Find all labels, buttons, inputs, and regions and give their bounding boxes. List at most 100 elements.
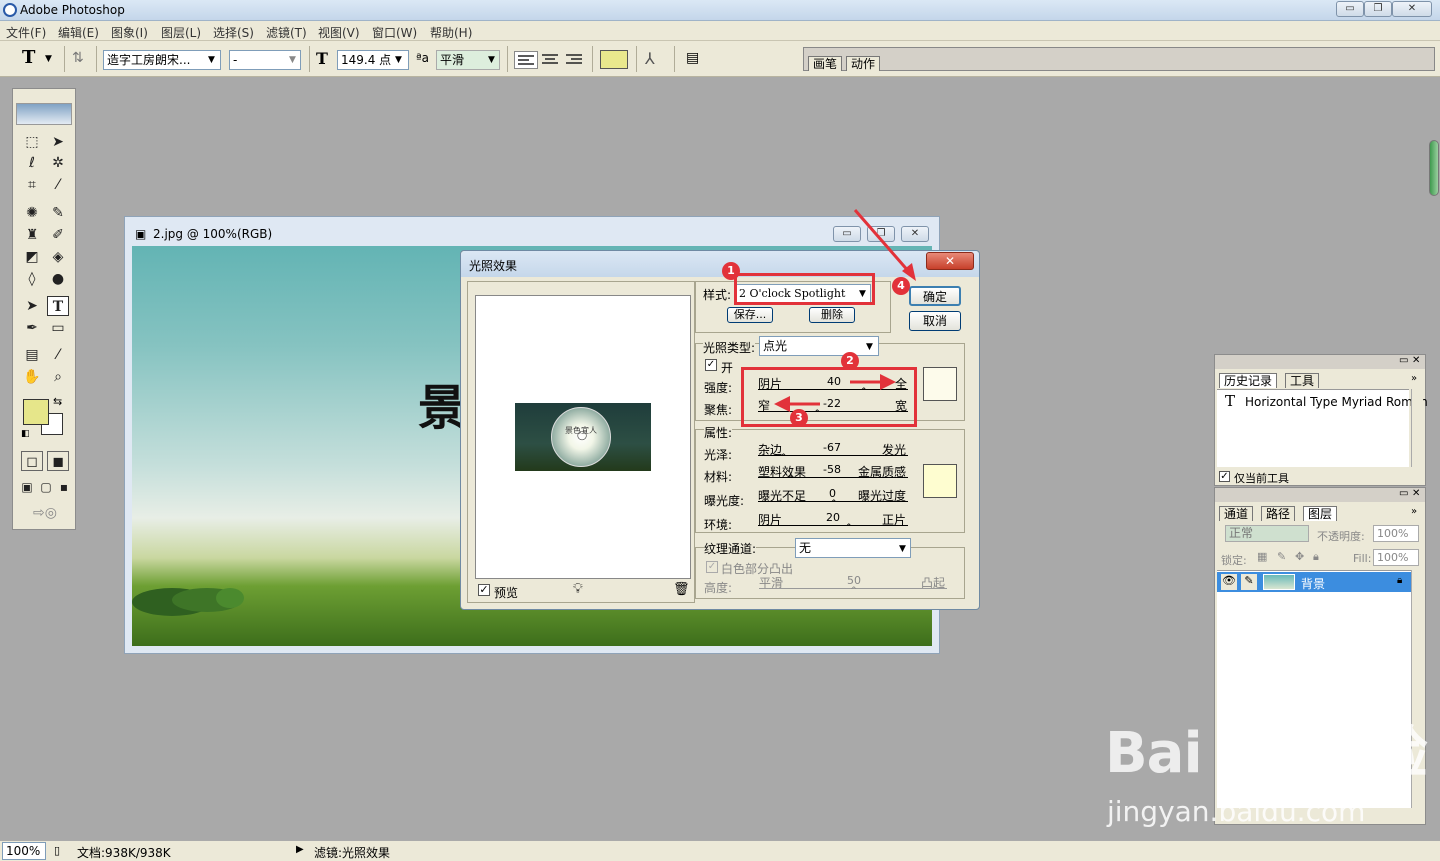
zoom-level-field[interactable]: 100% (2, 842, 46, 860)
warp-text-icon[interactable]: ⅄ (645, 49, 655, 68)
menu-layer[interactable]: 图层(L) (161, 24, 201, 41)
marquee-tool-icon[interactable]: ⬚ (21, 132, 43, 152)
panel-minimize-icon[interactable]: ▭ (1399, 488, 1408, 499)
delete-light-trash-icon[interactable]: 🗑︎ (673, 582, 690, 597)
history-brush-tool-icon[interactable]: ✐ (47, 225, 69, 245)
status-menu-arrow-icon[interactable]: ▶ (296, 844, 304, 855)
foreground-color-swatch[interactable] (23, 399, 49, 425)
lasso-tool-icon[interactable]: ℓ (21, 153, 43, 173)
layer-visibility-eye-icon[interactable]: 👁︎ (1221, 574, 1237, 590)
screen-mode-full-icon[interactable]: ▪ (55, 477, 73, 497)
minimize-button[interactable]: ▭ (1336, 1, 1364, 17)
eyedropper-tool-icon[interactable]: ⁄ (47, 345, 69, 365)
text-color-swatch[interactable] (600, 50, 628, 69)
tab-layers[interactable]: 图层 (1303, 506, 1338, 521)
tool-preset-dropdown-icon[interactable]: ▼ (45, 54, 52, 64)
quick-mask-mode-icon[interactable]: ◼ (47, 451, 69, 471)
history-item[interactable]: Horizontal Type Myriad Roman (1245, 395, 1428, 409)
material-slider-track[interactable] (758, 477, 908, 478)
panel-close-icon[interactable]: ✕ (1412, 488, 1420, 499)
lock-position-icon[interactable]: ✥ (1295, 550, 1304, 563)
white-high-checkbox[interactable]: ✓ (706, 561, 718, 573)
blend-mode-select[interactable]: 正常 (1225, 525, 1309, 542)
material-slider-thumb[interactable]: ^ (787, 476, 795, 485)
texture-channel-select[interactable]: 无 (795, 538, 911, 558)
dock-scroll-indicator[interactable] (1429, 140, 1439, 196)
menu-help[interactable]: 帮助(H) (430, 24, 472, 41)
align-right-button[interactable] (563, 51, 587, 69)
menu-view[interactable]: 视图(V) (318, 24, 360, 41)
layer-brush-icon[interactable]: ✎ (1241, 574, 1257, 590)
preview-pane[interactable]: 景色宜人 ◯ (475, 295, 691, 579)
menu-file[interactable]: 文件(F) (6, 24, 46, 41)
opacity-input[interactable]: 100% (1373, 525, 1419, 542)
blur-tool-icon[interactable]: ◊ (21, 269, 43, 289)
maximize-button[interactable]: ❐ (1364, 1, 1392, 17)
tab-channels[interactable]: 通道 (1219, 506, 1254, 521)
palettes-icon[interactable]: ▤ (686, 50, 699, 66)
menu-window[interactable]: 窗口(W) (372, 24, 417, 41)
jump-to-imageready-icon[interactable]: ⇨◎ (21, 503, 69, 523)
history-scrollbar[interactable] (1411, 389, 1423, 467)
panel-menu-icon[interactable]: » (1411, 373, 1417, 384)
text-orientation-icon[interactable]: ⇅ (72, 50, 84, 66)
close-button[interactable]: ✕ (1392, 1, 1432, 17)
notes-tool-icon[interactable]: ▤ (21, 345, 43, 365)
preview-checkbox[interactable]: ✓ (478, 584, 490, 596)
light-color-swatch[interactable] (923, 367, 957, 401)
dialog-close-button[interactable]: ✕ (926, 252, 974, 270)
ambience-slider-track[interactable] (758, 525, 908, 526)
magic-wand-tool-icon[interactable]: ✲ (47, 153, 69, 173)
paint-bucket-tool-icon[interactable]: ◈ (47, 247, 69, 267)
clone-stamp-tool-icon[interactable]: ♜ (21, 225, 43, 245)
swap-colors-icon[interactable]: ⇆ (53, 395, 62, 408)
lock-transparent-icon[interactable]: ▦ (1257, 550, 1267, 563)
healing-brush-tool-icon[interactable]: ✺ (21, 203, 43, 223)
font-family-select[interactable]: 造字工房朗宋... (103, 50, 221, 70)
menu-image[interactable]: 图象(I) (111, 24, 148, 41)
ambient-color-swatch[interactable] (923, 464, 957, 498)
type-tool-icon[interactable]: T (22, 47, 35, 68)
zoom-tool-icon[interactable]: ⌕ (47, 367, 69, 387)
align-left-button[interactable] (514, 51, 538, 69)
lock-image-icon[interactable]: ✎ (1277, 550, 1286, 563)
align-center-button[interactable] (539, 51, 563, 69)
tab-paths[interactable]: 路径 (1261, 506, 1296, 521)
add-light-bulb-icon[interactable]: 💡︎ (573, 581, 583, 597)
move-tool-icon[interactable]: ➤ (47, 132, 69, 152)
chevron-down-icon[interactable]: ▼ (899, 544, 906, 554)
menu-select[interactable]: 选择(S) (213, 24, 254, 41)
gloss-slider-thumb[interactable]: ^ (780, 454, 788, 463)
light-center-handle[interactable]: ◯ (577, 431, 587, 441)
chevron-down-icon[interactable]: ▼ (289, 55, 296, 65)
chevron-down-icon[interactable]: ▼ (488, 55, 495, 65)
light-on-checkbox[interactable]: ✓ (705, 359, 717, 371)
standard-mode-icon[interactable]: ◻ (21, 451, 43, 471)
crop-tool-icon[interactable]: ⌗ (21, 175, 43, 195)
pen-tool-icon[interactable]: ✒ (21, 318, 43, 338)
path-selection-tool-icon[interactable]: ➤ (21, 296, 43, 316)
menu-filter[interactable]: 滤镜(T) (266, 24, 307, 41)
chevron-down-icon[interactable]: ▼ (208, 55, 215, 65)
type-tool-icon[interactable]: T (47, 296, 69, 316)
tab-tool-presets[interactable]: 工具 (1285, 373, 1320, 388)
panel-minimize-icon[interactable]: ▭ (1399, 355, 1408, 366)
default-colors-icon[interactable]: ◧ (21, 429, 30, 439)
hand-tool-icon[interactable]: ✋ (21, 367, 43, 387)
screen-mode-menubar-icon[interactable]: ▢ (37, 477, 55, 497)
rectangle-tool-icon[interactable]: ▭ (47, 318, 69, 338)
dodge-tool-icon[interactable]: ● (47, 269, 69, 289)
current-tool-only-checkbox[interactable]: ✓ (1219, 471, 1230, 482)
tab-actions[interactable]: 动作 (846, 56, 881, 71)
exposure-slider-thumb[interactable]: ^ (830, 500, 838, 509)
panel-menu-icon[interactable]: » (1411, 506, 1417, 517)
tab-brushes[interactable]: 画笔 (808, 56, 843, 71)
layer-name[interactable]: 背景 (1301, 575, 1325, 592)
slice-tool-icon[interactable]: ⁄ (47, 175, 69, 195)
eraser-tool-icon[interactable]: ◩ (21, 247, 43, 267)
brush-tool-icon[interactable]: ✎ (47, 203, 69, 223)
menu-edit[interactable]: 编辑(E) (58, 24, 99, 41)
toolbox-header-logo[interactable] (16, 103, 72, 125)
fill-input[interactable]: 100% (1373, 549, 1419, 566)
lock-all-icon[interactable]: 🔒︎ (1313, 550, 1319, 564)
